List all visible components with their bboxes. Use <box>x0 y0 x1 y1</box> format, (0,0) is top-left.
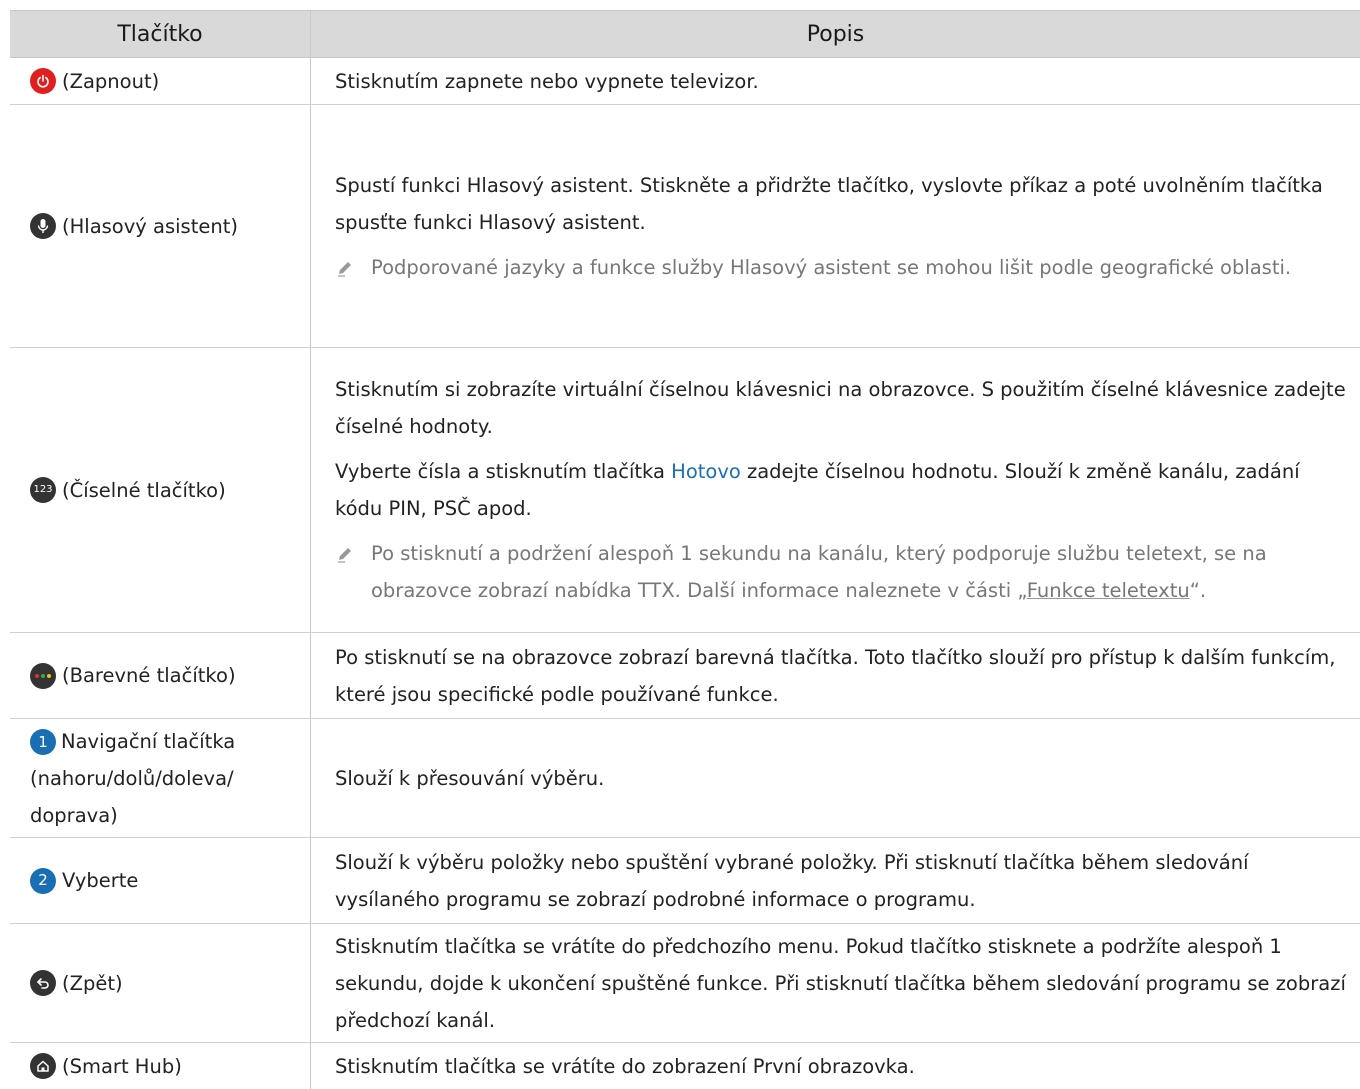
table-row-color-button: (Barevné tlačítko) Po stisknutí se na ob… <box>10 633 1360 719</box>
description-text: Stisknutím zapnete nebo vypnete televizo… <box>335 69 759 93</box>
back-arrow-icon <box>30 970 56 996</box>
header-button-column: Tlačítko <box>10 11 311 57</box>
note-part: “. <box>1189 579 1207 602</box>
button-label: 1 Navigační tlačítka (nahoru/dolů/doleva/… <box>30 723 235 834</box>
remote-buttons-table: Tlačítko Popis (Zapnout) Stisknutím zapn… <box>10 10 1360 1089</box>
badge-2-icon: 2 <box>30 867 56 894</box>
description-text: Stisknutím si zobrazíte virtuální číseln… <box>335 378 1346 438</box>
microphone-icon <box>30 213 56 239</box>
button-cell: 123 (Číselné tlačítko) <box>10 348 311 632</box>
hotovo-highlight: Hotovo <box>671 460 741 483</box>
description-cell: Spustí funkci Hlasový asistent. Stisknět… <box>311 105 1360 347</box>
description-text-2: Vyberte čísla a stisknutím tlačítka Hoto… <box>335 453 1346 527</box>
number-icon-text: 123 <box>33 484 53 495</box>
description-cell: Stisknutím zapnete nebo vypnete televizo… <box>311 58 1360 104</box>
navigation-label-text: Navigační tlačítka <box>61 729 236 753</box>
table-row-back: (Zpět) Stisknutím tlačítka se vrátíte do… <box>10 924 1360 1043</box>
button-cell: (Hlasový asistent) <box>10 105 311 347</box>
description-part: Vyberte čísla a stisknutím tlačítka <box>335 460 672 483</box>
description-cell: Slouží k výběru položky nebo spuštění vy… <box>311 838 1360 923</box>
button-cell: (Zpět) <box>10 924 311 1042</box>
button-label: (Barevné tlačítko) <box>62 664 236 687</box>
teletext-link[interactable]: Funkce teletextu <box>1027 579 1190 602</box>
button-label: Vyberte <box>62 869 139 892</box>
power-icon <box>30 68 56 94</box>
description-text: Slouží k výběru položky nebo spuštění vy… <box>335 850 1249 911</box>
description-cell: Stisknutím tlačítka se vrátíte do zobraz… <box>311 1043 1360 1089</box>
button-cell: 2 Vyberte <box>10 838 311 923</box>
table-row-smart-hub: (Smart Hub) Stisknutím tlačítka se vrátí… <box>10 1043 1360 1089</box>
description-cell: Stisknutím si zobrazíte virtuální číseln… <box>311 348 1360 632</box>
table-row-navigation: 1 Navigační tlačítka (nahoru/dolů/doleva/… <box>10 719 1360 838</box>
table-row-number-button: 123 (Číselné tlačítko) Stisknutím si zob… <box>10 348 1360 633</box>
pencil-note-icon <box>335 249 371 286</box>
table-row-voice-assistant: (Hlasový asistent) Spustí funkci Hlasový… <box>10 105 1360 348</box>
button-cell: (Zapnout) <box>10 58 311 104</box>
button-cell: (Barevné tlačítko) <box>10 633 311 718</box>
description-text: Stisknutím tlačítka se vrátíte do zobraz… <box>335 1054 915 1078</box>
description-cell: Stisknutím tlačítka se vrátíte do předch… <box>311 924 1360 1042</box>
button-cell: (Smart Hub) <box>10 1043 311 1089</box>
number-123-icon: 123 <box>30 477 56 503</box>
description-text: Slouží k přesouvání výběru. <box>335 766 605 790</box>
button-label: (Číselné tlačítko) <box>62 478 226 502</box>
description-text: Spustí funkci Hlasový asistent. Stisknět… <box>335 173 1323 234</box>
note: Po stisknutí a podržení alespoň 1 sekund… <box>335 535 1346 609</box>
color-dots-icon <box>30 662 56 689</box>
table-row-power: (Zapnout) Stisknutím zapnete nebo vypnet… <box>10 58 1360 105</box>
note-text: Podporované jazyky a funkce služby Hlaso… <box>371 255 1292 279</box>
home-icon <box>30 1053 56 1079</box>
button-label: (Hlasový asistent) <box>62 214 238 238</box>
header-description-column: Popis <box>806 21 865 47</box>
navigation-label-line-1: 1 Navigační tlačítka <box>30 723 235 760</box>
table-row-select: 2 Vyberte Slouží k výběru položky nebo s… <box>10 838 1360 924</box>
note-text: Po stisknutí a podržení alespoň 1 sekund… <box>371 535 1346 609</box>
button-label: (Smart Hub) <box>62 1054 182 1078</box>
description-cell: Po stisknutí se na obrazovce zobrazí bar… <box>311 633 1360 718</box>
note: Podporované jazyky a funkce služby Hlaso… <box>335 249 1346 286</box>
description-text: Po stisknutí se na obrazovce zobrazí bar… <box>335 645 1336 706</box>
badge-1-icon: 1 <box>30 729 56 755</box>
table-header: Tlačítko Popis <box>10 11 1360 58</box>
pencil-note-icon <box>335 535 371 609</box>
description-text: Stisknutím tlačítka se vrátíte do předch… <box>335 934 1346 1032</box>
navigation-label-line-3: doprava) <box>30 803 118 827</box>
button-label: (Zpět) <box>62 971 123 995</box>
button-cell: 1 Navigační tlačítka (nahoru/dolů/doleva/… <box>10 719 311 837</box>
navigation-label-line-2: (nahoru/dolů/doleva/ <box>30 766 234 790</box>
button-label: (Zapnout) <box>62 69 160 93</box>
description-cell: Slouží k přesouvání výběru. <box>311 719 1360 837</box>
